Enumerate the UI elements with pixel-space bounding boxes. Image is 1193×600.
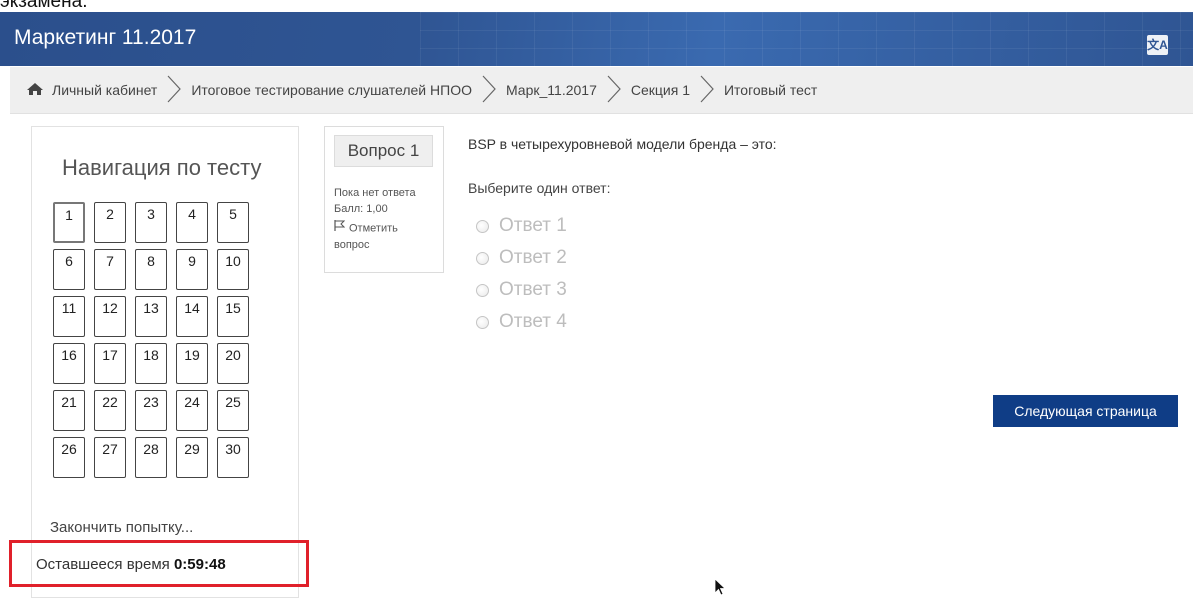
question-nav-button[interactable]: 26 xyxy=(53,437,85,478)
chevron-right-icon xyxy=(482,75,496,106)
home-icon[interactable] xyxy=(26,82,44,99)
question-nav-button[interactable]: 2 xyxy=(94,202,126,243)
quiz-navigation-title: Навигация по тесту xyxy=(62,155,262,180)
breadcrumb-item-final-test[interactable]: Итоговый тест xyxy=(724,82,817,98)
flag-icon xyxy=(334,220,346,237)
question-nav-button[interactable]: 1 xyxy=(53,202,85,243)
answer-options: Ответ 1 Ответ 2 Ответ 3 Ответ 4 xyxy=(476,210,567,338)
question-nav-button[interactable]: 25 xyxy=(217,390,249,431)
chevron-right-icon xyxy=(167,75,182,106)
question-info-panel: Вопрос 1 Пока нет ответа Балл: 1,00 Отме… xyxy=(324,126,444,273)
breadcrumb-item-cabinet[interactable]: Личный кабинет xyxy=(52,82,157,98)
question-nav-button[interactable]: 14 xyxy=(176,296,208,337)
question-nav-button[interactable]: 20 xyxy=(217,343,249,384)
radio-button[interactable] xyxy=(476,251,489,265)
question-nav-button[interactable]: 5 xyxy=(217,202,249,243)
question-nav-button[interactable]: 28 xyxy=(135,437,167,478)
flag-question-link[interactable]: Отметить вопрос xyxy=(334,220,434,254)
question-text: BSP в четырехуровневой модели бренда – э… xyxy=(468,136,777,152)
question-nav-button[interactable]: 21 xyxy=(53,390,85,431)
question-number: Вопрос 1 xyxy=(334,135,433,167)
question-nav-button[interactable]: 23 xyxy=(135,390,167,431)
breadcrumb-item-course[interactable]: Марк_11.2017 xyxy=(506,82,597,98)
question-nav-button[interactable]: 10 xyxy=(217,249,249,290)
answer-option[interactable]: Ответ 1 xyxy=(476,210,567,242)
question-nav-button[interactable]: 22 xyxy=(94,390,126,431)
time-remaining-label: Оставшееся время xyxy=(36,556,170,573)
chevron-right-icon xyxy=(700,75,714,106)
breadcrumb-item-testing[interactable]: Итоговое тестирование слушателей НПОО xyxy=(191,82,472,98)
question-nav-button[interactable]: 7 xyxy=(94,249,126,290)
quiz-navigation-block: Навигация по тесту 1 2 3 4 5 6 7 8 9 10 11 12 13 14 15… xyxy=(31,126,299,598)
question-nav-button[interactable]: 18 xyxy=(135,343,167,384)
question-nav-button[interactable]: 8 xyxy=(135,249,167,290)
answer-option[interactable]: Ответ 3 xyxy=(476,274,567,306)
header-pattern xyxy=(420,12,1193,66)
question-nav-button[interactable]: 29 xyxy=(176,437,208,478)
question-nav-button[interactable]: 6 xyxy=(53,249,85,290)
question-grid: 1 2 3 4 5 6 7 8 9 10 11 12 13 14 15 16 17 18 19 20 21 22 23 24 2… xyxy=(53,202,251,478)
question-nav-button[interactable]: 30 xyxy=(217,437,249,478)
radio-button[interactable] xyxy=(476,219,489,233)
question-nav-button[interactable]: 3 xyxy=(135,202,167,243)
radio-button[interactable] xyxy=(476,315,489,329)
answer-label[interactable]: Ответ 3 xyxy=(499,279,567,301)
question-score: Балл: 1,00 xyxy=(334,203,388,215)
next-page-button[interactable]: Следующая страница xyxy=(993,395,1178,427)
chevron-right-icon xyxy=(607,75,621,106)
question-nav-button[interactable]: 4 xyxy=(176,202,208,243)
question-nav-button[interactable]: 27 xyxy=(94,437,126,478)
answer-option[interactable]: Ответ 4 xyxy=(476,306,567,338)
course-title[interactable]: Маркетинг 11.2017 xyxy=(14,26,196,50)
course-header: Маркетинг 11.2017 文A xyxy=(0,12,1193,66)
breadcrumb: Личный кабинет Итоговое тестирование слу… xyxy=(10,67,1193,114)
question-nav-button[interactable]: 16 xyxy=(53,343,85,384)
question-nav-button[interactable]: 9 xyxy=(176,249,208,290)
breadcrumb-item-section[interactable]: Секция 1 xyxy=(631,82,690,98)
time-remaining: Оставшееся время 0:59:48 xyxy=(36,556,226,573)
question-nav-button[interactable]: 19 xyxy=(176,343,208,384)
mouse-cursor-icon xyxy=(714,578,727,600)
answer-label[interactable]: Ответ 2 xyxy=(499,247,567,269)
question-nav-button[interactable]: 17 xyxy=(94,343,126,384)
question-nav-button[interactable]: 12 xyxy=(94,296,126,337)
time-remaining-value: 0:59:48 xyxy=(173,556,226,573)
finish-attempt-link[interactable]: Закончить попытку... xyxy=(50,519,193,536)
question-status: Пока нет ответа xyxy=(334,187,416,199)
answer-label[interactable]: Ответ 1 xyxy=(499,215,567,237)
answer-prompt: Выберите один ответ: xyxy=(468,180,611,196)
question-nav-button[interactable]: 13 xyxy=(135,296,167,337)
answer-label[interactable]: Ответ 4 xyxy=(499,311,567,333)
radio-button[interactable] xyxy=(476,283,489,297)
answer-option[interactable]: Ответ 2 xyxy=(476,242,567,274)
question-nav-button[interactable]: 24 xyxy=(176,390,208,431)
question-nav-button[interactable]: 11 xyxy=(53,296,85,337)
question-nav-button[interactable]: 15 xyxy=(217,296,249,337)
translate-icon[interactable]: 文A xyxy=(1147,35,1168,55)
